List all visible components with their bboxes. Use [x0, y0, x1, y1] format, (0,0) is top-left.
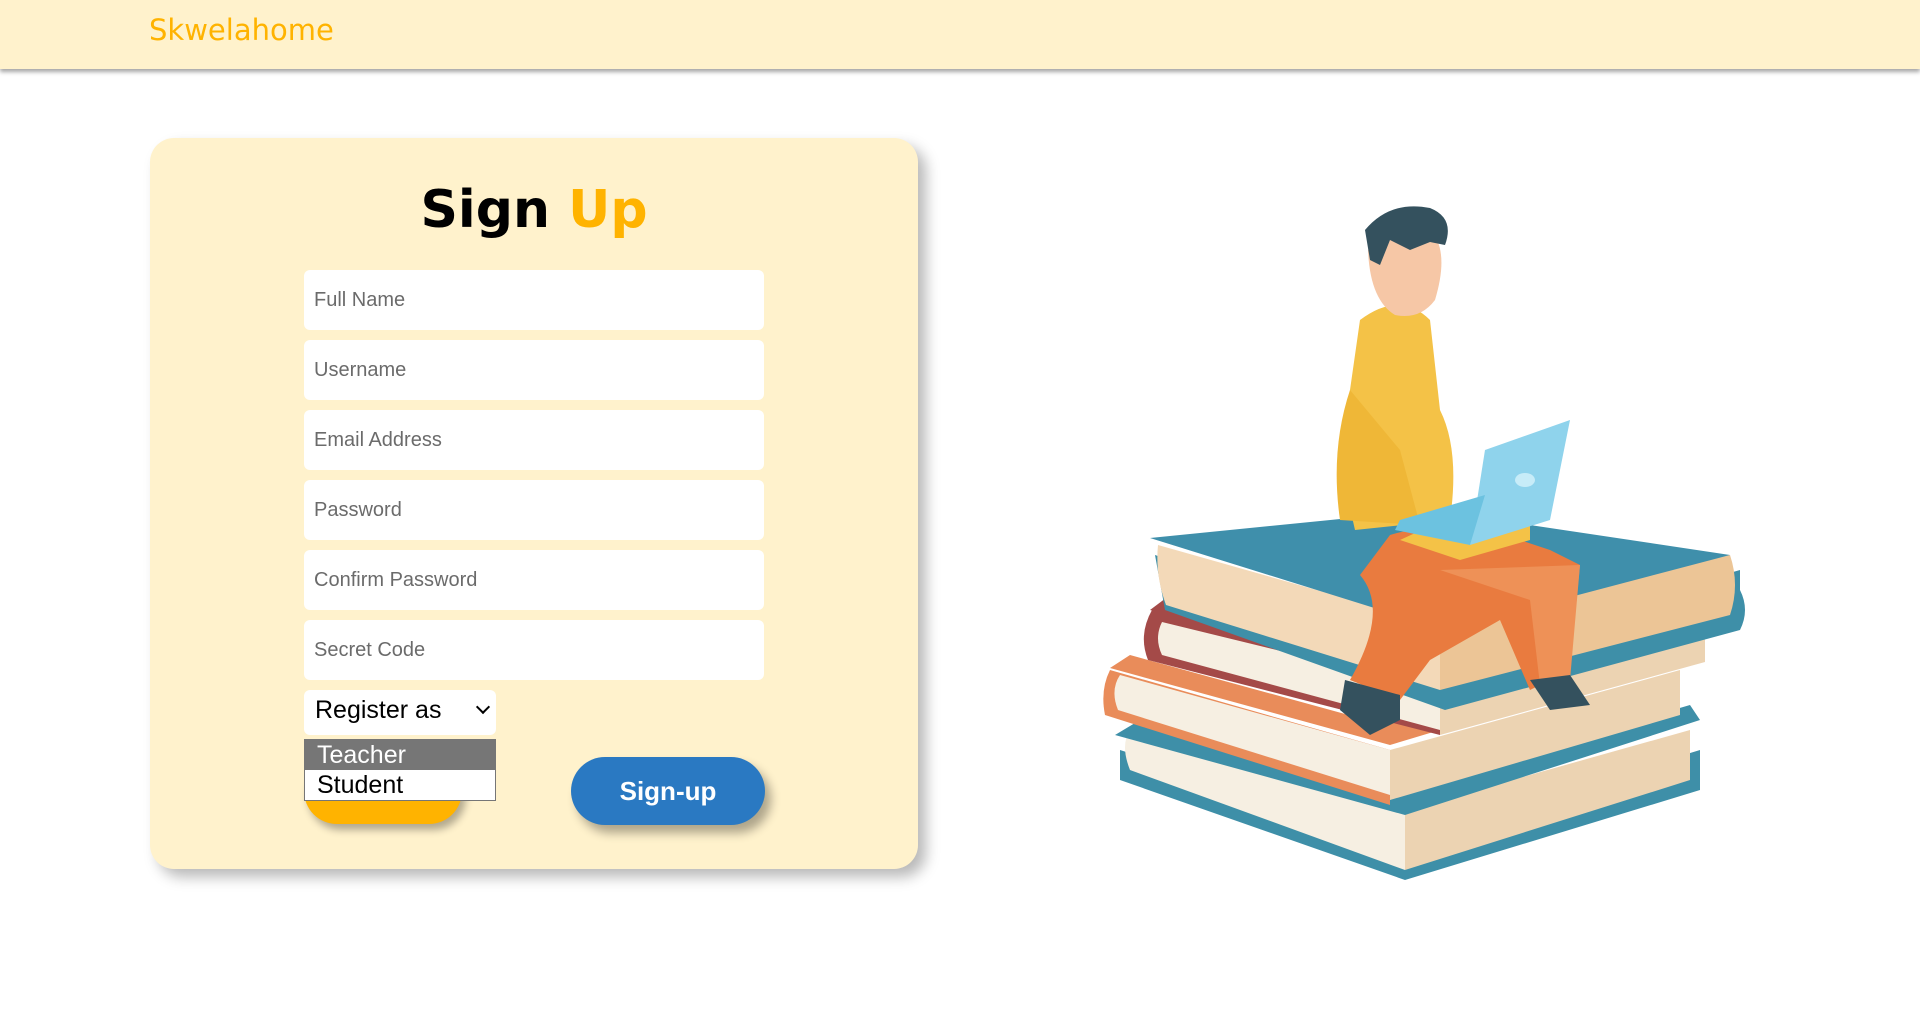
register-as-dropdown: Teacher Student	[304, 739, 496, 801]
register-as-select[interactable]: Register as	[304, 690, 496, 735]
title-sign: Sign	[420, 180, 550, 240]
register-as-label: Register as	[315, 696, 442, 724]
full-name-field[interactable]	[304, 270, 764, 330]
brand-logo[interactable]: Skwelahome	[149, 13, 334, 47]
password-field[interactable]	[304, 480, 764, 540]
email-field[interactable]	[304, 410, 764, 470]
signup-card: Sign Up Register as Teacher Student Sign…	[150, 138, 918, 869]
signup-button[interactable]: Sign-up	[571, 757, 765, 825]
secret-code-field[interactable]	[304, 620, 764, 680]
confirm-password-field[interactable]	[304, 550, 764, 610]
title-up: Up	[568, 180, 648, 240]
option-teacher[interactable]: Teacher	[305, 740, 495, 770]
navbar: Skwelahome	[0, 0, 1920, 69]
student-on-books-illustration	[1103, 206, 1745, 880]
page-title: Sign Up	[150, 180, 918, 240]
username-field[interactable]	[304, 340, 764, 400]
option-student[interactable]: Student	[305, 770, 495, 800]
chevron-down-icon	[475, 699, 491, 715]
